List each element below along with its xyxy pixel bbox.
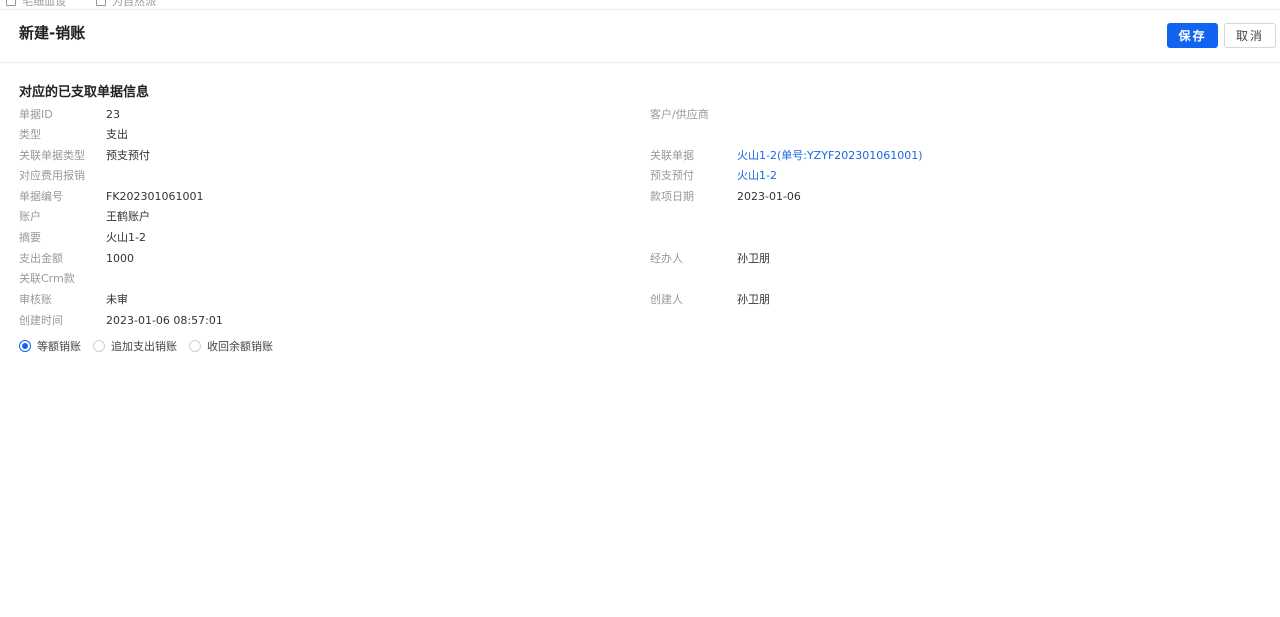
radio-add-expense-writeoff[interactable]: 追加支出销账 (93, 338, 177, 354)
payment-date-value: 2023-01-06 (737, 190, 801, 203)
radio-unchecked-icon[interactable] (189, 340, 201, 352)
top-strip: 毛细血设 为自然派 (0, 0, 1280, 10)
creator-value: 孙卫朋 (737, 293, 770, 306)
linked-doc-label: 关联单据 (650, 149, 694, 162)
doc-id-value: 23 (106, 108, 120, 121)
linked-doc-link[interactable]: 火山1-2(单号:YZYF202301061001) (737, 147, 923, 165)
customer-label: 客户/供应商 (650, 108, 709, 121)
expense-claim-label: 对应费用报销 (19, 169, 85, 182)
payment-date-label: 款项日期 (650, 190, 694, 203)
doc-no-label: 单据编号 (19, 190, 63, 203)
page-title: 新建-销账 (19, 24, 86, 42)
radio-unchecked-icon[interactable] (93, 340, 105, 352)
radio-recover-balance-writeoff[interactable]: 收回余额销账 (189, 338, 273, 354)
doc-id-label: 单据ID (19, 108, 53, 121)
section-title: 对应的已支取单据信息 (19, 85, 150, 100)
radio-equal-writeoff[interactable]: 等额销账 (19, 338, 81, 354)
radio-label: 收回余额销账 (207, 340, 273, 353)
created-time-value: 2023-01-06 08:57:01 (106, 314, 223, 327)
save-button[interactable]: 保存 (1167, 23, 1218, 48)
audit-label: 审核账 (19, 293, 52, 306)
amount-label: 支出金额 (19, 252, 63, 265)
linked-doc-type-label: 关联单据类型 (19, 149, 85, 162)
account-label: 账户 (19, 210, 41, 223)
radio-label: 等额销账 (37, 340, 81, 353)
created-time-label: 创建时间 (19, 314, 63, 327)
account-value: 王鹤账户 (106, 210, 150, 223)
amount-value: 1000 (106, 252, 134, 265)
type-label: 类型 (19, 128, 41, 141)
radio-label: 追加支出销账 (111, 340, 177, 353)
summary-label: 摘要 (19, 231, 41, 244)
crm-label: 关联Crm款 (19, 272, 75, 285)
handler-label: 经办人 (650, 252, 683, 265)
writeoff-mode-radio-group: 等额销账 追加支出销账 收回余额销账 (19, 337, 285, 355)
creator-label: 创建人 (650, 293, 683, 306)
page-header: 新建-销账 保存 取消 (0, 10, 1280, 63)
top-strip-item[interactable]: 毛细血设 (6, 0, 66, 9)
linked-doc-type-value: 预支预付 (106, 149, 150, 162)
type-value: 支出 (106, 128, 128, 141)
cancel-button[interactable]: 取消 (1224, 23, 1276, 48)
top-strip-item[interactable]: 为自然派 (96, 0, 156, 9)
checkbox-icon[interactable] (6, 0, 16, 6)
summary-value: 火山1-2 (106, 231, 146, 244)
audit-value: 未审 (106, 293, 128, 306)
prepay-label: 预支预付 (650, 169, 694, 182)
prepay-link[interactable]: 火山1-2 (737, 167, 777, 185)
document-icon (96, 0, 106, 6)
doc-no-value: FK202301061001 (106, 190, 204, 203)
radio-checked-icon[interactable] (19, 340, 31, 352)
handler-value: 孙卫朋 (737, 252, 770, 265)
